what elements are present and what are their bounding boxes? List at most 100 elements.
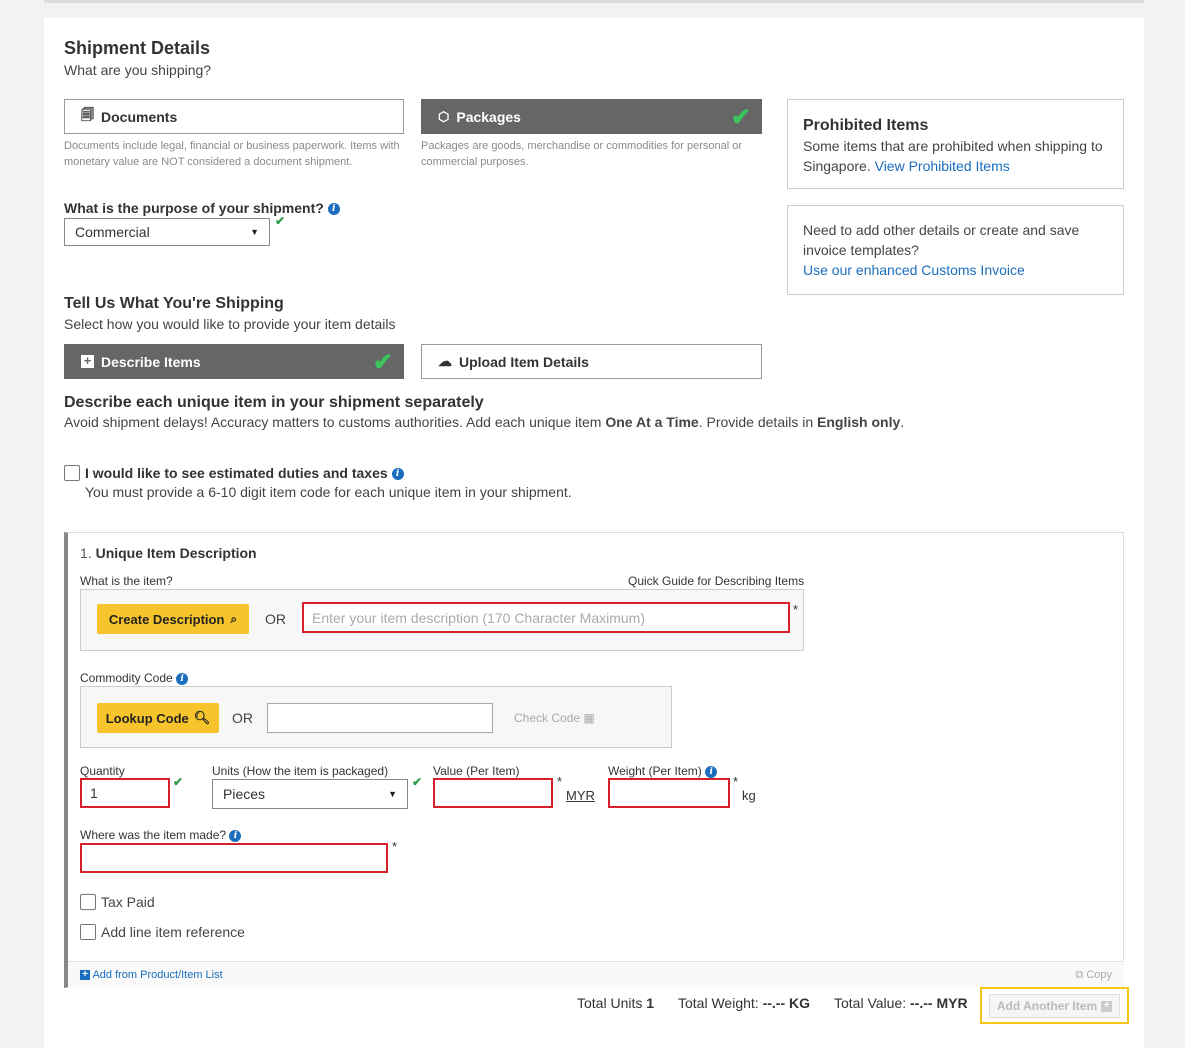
create-description-button[interactable]: Create Description ⌕: [97, 604, 249, 634]
valid-check-icon: ✔: [412, 775, 423, 789]
prohibited-items-box: Prohibited Items Some items that are pro…: [787, 99, 1124, 189]
customs-invoice-box: Need to add other details or create and …: [787, 205, 1124, 295]
view-prohibited-items-link[interactable]: View Prohibited Items: [875, 158, 1010, 174]
valid-check-icon: ✔: [275, 214, 286, 228]
item-title: Unique Item Description: [95, 545, 257, 561]
item-description-placeholder: Enter your item description (170 Charact…: [312, 609, 646, 626]
what-is-item-label: What is the item?: [80, 574, 173, 588]
item-number: 1.: [80, 545, 92, 561]
quantity-value: 1: [90, 785, 98, 801]
item-heading: 1. Unique Item Description: [80, 545, 257, 561]
total-weight-value: --.-- KG: [762, 995, 810, 1011]
total-units: Total Units 1: [577, 995, 654, 1011]
selected-check-icon: ✔: [730, 104, 751, 131]
add-another-item-highlight: Add Another Item +: [980, 987, 1129, 1024]
line-item-reference-label: Add line item reference: [101, 924, 245, 940]
total-weight-label: Total Weight:: [678, 995, 759, 1011]
or-label: OR: [265, 611, 286, 627]
commodity-code-text: Commodity Code: [80, 671, 173, 685]
purpose-select[interactable]: Commercial ▼: [64, 218, 270, 246]
add-from-product-list-link[interactable]: + Add from Product/Item List: [80, 969, 223, 981]
copy-icon: ⧉: [1075, 969, 1084, 981]
estimated-duties-text: I would like to see estimated duties and…: [85, 465, 388, 481]
info-icon[interactable]: i: [327, 203, 340, 216]
total-value-label: Total Value:: [834, 995, 907, 1011]
quantity-input[interactable]: 1: [80, 778, 170, 808]
describe-text-a: Avoid shipment delays! Accuracy matters …: [64, 414, 606, 430]
commodity-code-box: Lookup Code 🔍︎ OR Check Code ▦: [80, 686, 672, 748]
commodity-code-input[interactable]: [267, 703, 493, 733]
tax-paid-label: Tax Paid: [101, 894, 155, 910]
line-item-reference-checkbox[interactable]: [80, 924, 96, 940]
units-label: Units (How the item is packaged): [212, 764, 389, 778]
page-title: Shipment Details: [64, 38, 211, 58]
describe-text-e: .: [900, 414, 905, 430]
lookup-code-button[interactable]: Lookup Code 🔍︎: [97, 703, 219, 733]
add-another-item-button[interactable]: Add Another Item +: [989, 994, 1120, 1018]
page-subtitle: What are you shipping?: [64, 62, 212, 78]
item-card-footer: + Add from Product/Item List ⧉ Copy: [68, 961, 1124, 988]
currency-link[interactable]: MYR: [566, 788, 595, 803]
enhanced-customs-invoice-link[interactable]: Use our enhanced Customs Invoice: [803, 262, 1025, 278]
item-description-input[interactable]: Enter your item description (170 Charact…: [302, 602, 790, 633]
made-label: Where was the item made? i: [80, 828, 242, 842]
tax-paid-checkbox[interactable]: [80, 894, 96, 910]
tell-us-subtitle: Select how you would like to provide you…: [64, 316, 396, 332]
valid-check-icon: ✔: [173, 775, 184, 789]
info-icon[interactable]: i: [705, 765, 718, 778]
prohibited-title: Prohibited Items: [803, 117, 929, 134]
describe-section-title: Describe each unique item in your shipme…: [64, 394, 484, 411]
estimated-duties-checkbox[interactable]: [64, 465, 80, 481]
plus-icon: +: [1101, 1000, 1113, 1012]
plus-icon: +: [81, 354, 94, 368]
duties-note: You must provide a 6-10 digit item code …: [85, 484, 572, 500]
dropdown-arrow-icon: ▼: [250, 227, 259, 237]
add-another-item-label: Add Another Item: [996, 999, 1098, 1013]
selected-check-icon: ✔: [372, 349, 393, 376]
edit-magnifier-icon: ⌕: [230, 611, 238, 626]
total-value: Total Value: --.-- MYR: [834, 995, 968, 1011]
describe-text-c: . Provide details in: [698, 414, 818, 430]
describe-section-text: Avoid shipment delays! Accuracy matters …: [64, 414, 904, 430]
units-value: Pieces: [223, 786, 266, 802]
plus-icon: +: [80, 970, 90, 981]
package-box-icon: ⬡: [438, 108, 450, 124]
copy-button[interactable]: ⧉ Copy: [1075, 969, 1112, 982]
country-of-manufacture-input[interactable]: [80, 843, 388, 873]
cloud-upload-icon: ☁: [438, 353, 452, 369]
total-units-label: Total Units: [577, 995, 643, 1011]
total-units-value: 1: [646, 995, 655, 1011]
units-select[interactable]: Pieces ▼: [212, 779, 408, 809]
documents-description: Documents include legal, financial or bu…: [64, 140, 400, 168]
upload-item-details-button[interactable]: ☁ Upload Item Details: [421, 344, 762, 379]
describe-text-d: English only: [817, 414, 901, 430]
upload-item-details-label: Upload Item Details: [459, 353, 589, 370]
info-icon[interactable]: i: [391, 468, 404, 481]
or-label: OR: [232, 710, 253, 726]
check-code-label: Check Code: [514, 711, 581, 725]
tell-us-title: Tell Us What You're Shipping: [64, 295, 284, 312]
top-divider: [44, 0, 1144, 3]
documents-button[interactable]: 🗐 Documents: [64, 99, 404, 134]
packages-button[interactable]: ⬡ Packages ✔: [421, 99, 762, 134]
info-icon[interactable]: i: [176, 672, 189, 685]
required-star: *: [733, 774, 739, 789]
describe-items-button[interactable]: + Describe Items ✔: [64, 344, 404, 379]
weight-input[interactable]: [608, 778, 730, 808]
describe-text-b: One At a Time: [605, 414, 699, 430]
made-label-text: Where was the item made?: [80, 828, 227, 842]
check-code-button[interactable]: Check Code ▦: [514, 711, 595, 725]
required-star: *: [557, 774, 563, 789]
info-icon[interactable]: i: [229, 829, 242, 842]
required-star: *: [392, 839, 398, 854]
weight-unit: kg: [742, 788, 756, 803]
packages-label: Packages: [456, 108, 521, 125]
search-icon: 🔍︎: [193, 710, 211, 725]
shipment-details-panel: Shipment Details What are you shipping? …: [44, 18, 1144, 1048]
quick-guide-link[interactable]: Quick Guide for Describing Items: [628, 574, 804, 588]
purpose-value: Commercial: [75, 224, 150, 240]
commodity-code-label: Commodity Code i: [80, 671, 189, 685]
purpose-label: What is the purpose of your shipment? i: [64, 200, 340, 216]
value-input[interactable]: [433, 778, 553, 808]
dropdown-arrow-icon: ▼: [388, 789, 397, 799]
